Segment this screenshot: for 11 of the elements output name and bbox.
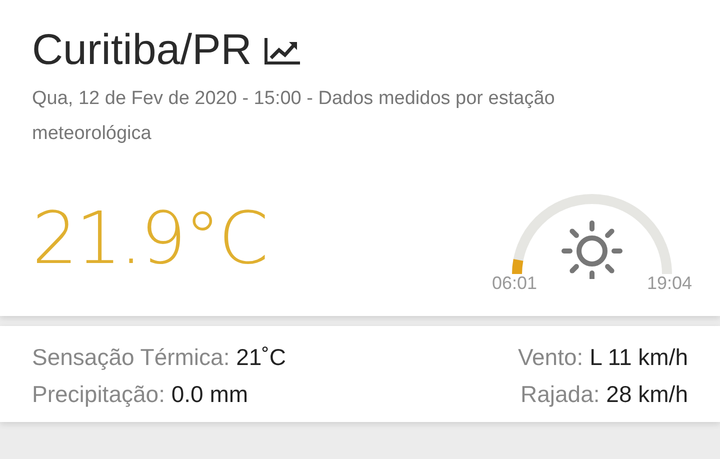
detail-text: Vento: L 11 km/h — [518, 344, 688, 371]
sun-icon — [562, 220, 622, 279]
detail-text: Rajada: 28 km/h — [520, 381, 688, 408]
sunrise-time: 06:01 — [492, 273, 538, 294]
detail-text: Precipitação: 0.0 mm — [32, 381, 250, 408]
sunset-time: 19:04 — [646, 273, 692, 294]
date-subtitle: Qua, 12 de Fev de 2020 - 15:00 - Dados medidos por estação meteorológica — [32, 87, 556, 146]
detail-text: Sensação Térmica: 21˚C — [32, 344, 287, 371]
trend-chart-icon[interactable] — [264, 36, 302, 66]
city-title: Curitiba/PR — [32, 26, 252, 75]
temperature: 21.9°C — [32, 196, 267, 280]
